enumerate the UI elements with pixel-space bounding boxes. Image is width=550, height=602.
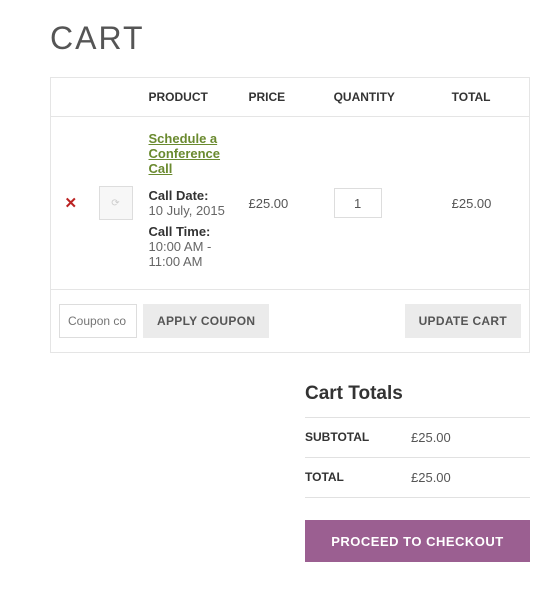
col-thumbnail	[91, 78, 141, 117]
col-remove	[51, 78, 91, 117]
col-price: PRICE	[241, 78, 326, 117]
apply-coupon-button[interactable]: APPLY COUPON	[143, 304, 269, 338]
total-value: £25.00	[411, 470, 451, 485]
col-quantity: QUANTITY	[326, 78, 444, 117]
subtotal-label: SUBTOTAL	[305, 430, 387, 445]
cart-totals-title: Cart Totals	[305, 383, 530, 405]
subtotal-value: £25.00	[411, 430, 451, 445]
product-thumbnail[interactable]: ⟳	[99, 186, 133, 220]
remove-item-button[interactable]: ✕	[61, 194, 81, 212]
call-time-value: 10:00 AM - 11:00 AM	[149, 239, 233, 269]
item-price: £25.00	[241, 117, 326, 290]
total-label: TOTAL	[305, 470, 387, 485]
item-total: £25.00	[444, 117, 530, 290]
placeholder-icon: ⟳	[111, 198, 119, 209]
call-date-value: 10 July, 2015	[149, 203, 233, 218]
call-date-label: Call Date:	[149, 188, 233, 203]
coupon-input[interactable]	[59, 304, 137, 338]
col-total: TOTAL	[444, 78, 530, 117]
proceed-to-checkout-button[interactable]: PROCEED TO CHECKOUT	[305, 520, 530, 562]
quantity-input[interactable]	[334, 188, 382, 218]
page-title: CART	[50, 20, 530, 57]
cart-totals: Cart Totals SUBTOTAL £25.00 TOTAL £25.00…	[305, 383, 530, 562]
cart-table: PRODUCT PRICE QUANTITY TOTAL ✕ ⟳ Schedul…	[50, 77, 530, 353]
actions-row: APPLY COUPON UPDATE CART	[51, 290, 530, 353]
cart-row: ✕ ⟳ Schedule a Conference Call Call Date…	[51, 117, 530, 290]
update-cart-button[interactable]: UPDATE CART	[405, 304, 521, 338]
call-time-label: Call Time:	[149, 224, 233, 239]
product-link[interactable]: Schedule a Conference Call	[149, 131, 233, 176]
col-product: PRODUCT	[141, 78, 241, 117]
